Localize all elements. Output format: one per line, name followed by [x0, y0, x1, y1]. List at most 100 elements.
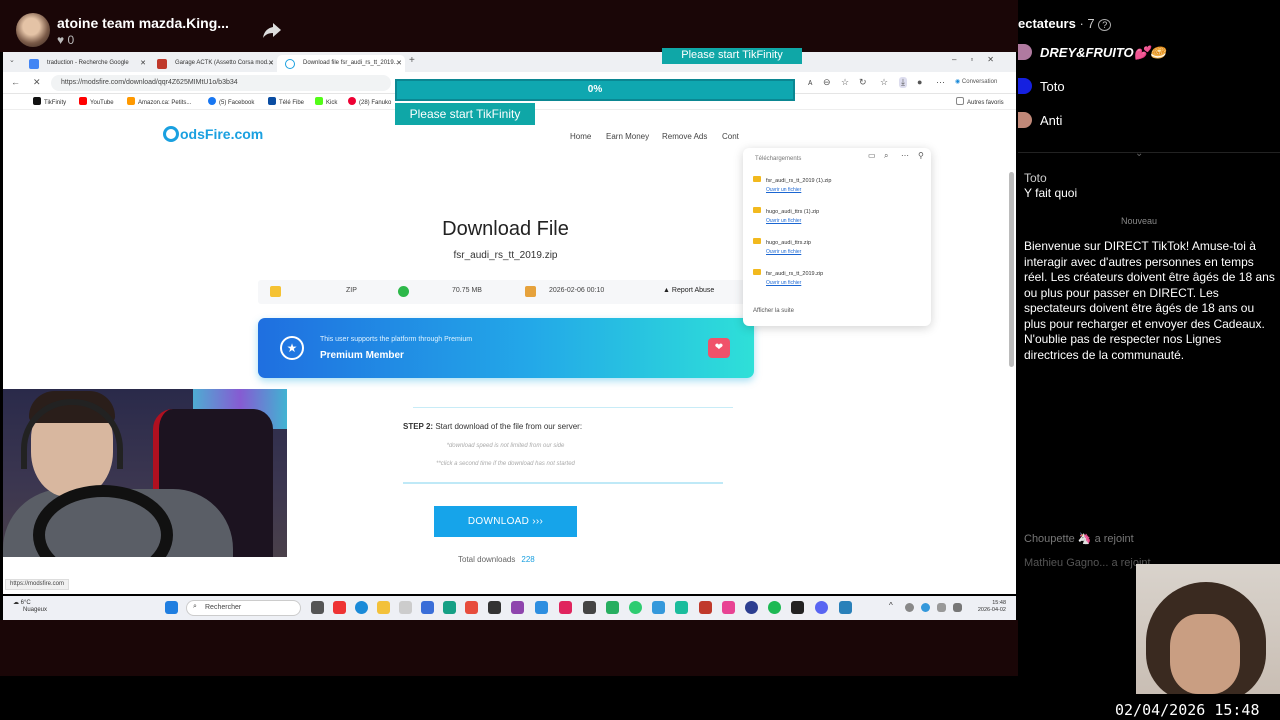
more-options-icon[interactable]: ⋯: [936, 77, 945, 88]
open-file-link[interactable]: Ouvrir un fichier: [766, 249, 811, 255]
tab-list-icon[interactable]: ⌄: [9, 56, 15, 64]
profile-icon[interactable]: ●: [917, 77, 922, 87]
app-icon[interactable]: [745, 601, 758, 614]
search-downloads-icon[interactable]: ⌕: [884, 151, 888, 161]
volume-icon[interactable]: [953, 603, 962, 612]
bookmark-facebook[interactable]: (5) Facebook: [208, 97, 254, 106]
amazon-icon: [127, 97, 135, 105]
bookmark-tele-fibe[interactable]: Télé Fibe: [268, 97, 304, 106]
share-icon[interactable]: [262, 20, 282, 40]
app-icon[interactable]: [583, 601, 596, 614]
site-logo[interactable]: odsFire.com: [163, 126, 263, 142]
taskbar-search[interactable]: ⌕ Rechercher: [186, 600, 301, 616]
app-icon[interactable]: [629, 601, 642, 614]
read-aloud-icon[interactable]: ᴀ: [808, 77, 812, 87]
download-item[interactable]: hugo_audi_ttrs.zip Ouvrir un fichier: [753, 238, 811, 255]
opera-icon[interactable]: [333, 601, 346, 614]
tray-icon[interactable]: [921, 603, 930, 612]
zip-file-icon: [753, 238, 761, 244]
weather-widget[interactable]: ☁ 6°C Nuageux: [13, 600, 47, 614]
download-item[interactable]: hugo_audi_ttrs (1).zip Ouvrir un fichier: [753, 207, 819, 224]
app-icon[interactable]: [652, 601, 665, 614]
url-field[interactable]: https://modsfire.com/download/qqr4Z625MI…: [51, 75, 391, 91]
start-icon[interactable]: [165, 601, 178, 614]
bookmark-label: (5) Facebook: [219, 100, 255, 106]
expand-chevron-icon[interactable]: ⌄: [1135, 148, 1143, 159]
wifi-icon[interactable]: [937, 603, 946, 612]
divider: [403, 482, 723, 484]
acrobat-icon[interactable]: [465, 601, 478, 614]
copilot-button[interactable]: ◉ Conversation: [955, 78, 997, 85]
chat-username[interactable]: Toto: [1024, 171, 1047, 185]
block-icon[interactable]: ⊖: [823, 77, 831, 88]
tab-google[interactable]: traduction - Recherche Google ✕: [21, 55, 149, 72]
close-tab-icon[interactable]: ✕: [396, 59, 402, 67]
app-icon[interactable]: [839, 601, 852, 614]
app-icon[interactable]: [699, 601, 712, 614]
bookmark-tikfinity[interactable]: TikFinity: [33, 97, 66, 106]
report-abuse-link[interactable]: ▲ Report Abuse: [663, 287, 714, 294]
nav-earn-money[interactable]: Earn Money: [606, 132, 649, 141]
app-icon[interactable]: [421, 601, 434, 614]
open-file-link[interactable]: Ouvrir un fichier: [766, 280, 823, 286]
app-icon[interactable]: [606, 601, 619, 614]
close-tab-icon[interactable]: ✕: [268, 59, 274, 67]
tab-download[interactable]: Download file fsr_audi_rs_tt_2019... ✕: [277, 55, 405, 72]
open-file-link[interactable]: Ouvrir un fichier: [766, 218, 819, 224]
downloads-icon[interactable]: ⤓: [899, 77, 907, 88]
tray-icon[interactable]: [905, 603, 914, 612]
app-icon[interactable]: [488, 601, 501, 614]
open-file-link[interactable]: Ouvrir un fichier: [766, 187, 831, 193]
stop-icon[interactable]: ✕: [33, 77, 41, 88]
app-icon[interactable]: [443, 601, 456, 614]
app-icon[interactable]: [791, 601, 804, 614]
nav-contact[interactable]: Cont: [722, 132, 739, 141]
edge-icon[interactable]: [355, 601, 368, 614]
close-tab-icon[interactable]: ✕: [140, 59, 146, 67]
viewers-header[interactable]: ectateurs · 7 ?: [1018, 16, 1112, 31]
spotify-icon[interactable]: [768, 601, 781, 614]
host-avatar[interactable]: [16, 13, 50, 47]
pin-icon[interactable]: ⚲: [918, 151, 924, 160]
favorite-star-icon[interactable]: ☆: [841, 77, 849, 88]
size-icon: [398, 286, 409, 297]
favorites-icon[interactable]: ☆: [880, 77, 888, 88]
minimize-icon[interactable]: –: [952, 55, 970, 64]
nav-remove-ads[interactable]: Remove Ads: [662, 132, 707, 141]
app-icon[interactable]: [722, 601, 735, 614]
tab-garage[interactable]: Garage ACTK (Assetto Corsa mod... ✕: [149, 55, 277, 72]
app-icon[interactable]: [511, 601, 524, 614]
other-bookmarks[interactable]: Autres favoris: [956, 97, 1004, 106]
app-icon[interactable]: [675, 601, 688, 614]
more-options-icon[interactable]: ⋯: [901, 151, 909, 160]
download-item[interactable]: fsr_audi_rs_tt_2019.zip Ouvrir un fichier: [753, 269, 823, 286]
back-icon[interactable]: ←: [11, 77, 20, 87]
tiktok-icon[interactable]: [559, 601, 572, 614]
download-button[interactable]: DOWNLOAD ›››: [434, 506, 577, 537]
show-more-link[interactable]: Afficher la suite: [753, 308, 794, 314]
tray-chevron-icon[interactable]: ^: [889, 601, 897, 614]
download-item[interactable]: fsr_audi_rs_tt_2019 (1).zip Ouvrir un fic…: [753, 176, 831, 193]
file-explorer-icon[interactable]: [377, 601, 390, 614]
bookmark-fanuko[interactable]: (28) Fanuko: [348, 97, 391, 106]
download-name: fsr_audi_rs_tt_2019.zip: [766, 271, 824, 277]
new-tab-icon[interactable]: +: [409, 55, 415, 66]
page-scrollbar[interactable]: [1009, 172, 1014, 367]
info-icon[interactable]: ?: [1098, 19, 1112, 31]
open-folder-icon[interactable]: ▭: [868, 151, 876, 160]
taskbar-clock[interactable]: 15:48 2026-04-02: [978, 600, 1006, 614]
nav-home[interactable]: Home: [570, 132, 591, 141]
gift-icon[interactable]: ❤: [708, 338, 730, 358]
close-window-icon[interactable]: ✕: [987, 55, 1008, 64]
maximize-icon[interactable]: ▫: [970, 55, 987, 64]
bookmark-amazon[interactable]: Amazon.ca: Petits...: [127, 97, 191, 106]
bookmark-youtube[interactable]: YouTube: [79, 97, 114, 106]
store-icon[interactable]: [399, 601, 412, 614]
task-view-icon[interactable]: [311, 601, 324, 614]
bookmark-label: Télé Fibe: [279, 100, 305, 106]
bookmark-kick[interactable]: Kick: [315, 97, 337, 106]
discord-icon[interactable]: [815, 601, 828, 614]
host-name[interactable]: atoine team mazda.King...: [57, 15, 229, 31]
app-icon[interactable]: [535, 601, 548, 614]
refresh-icon[interactable]: ↻: [859, 77, 867, 88]
